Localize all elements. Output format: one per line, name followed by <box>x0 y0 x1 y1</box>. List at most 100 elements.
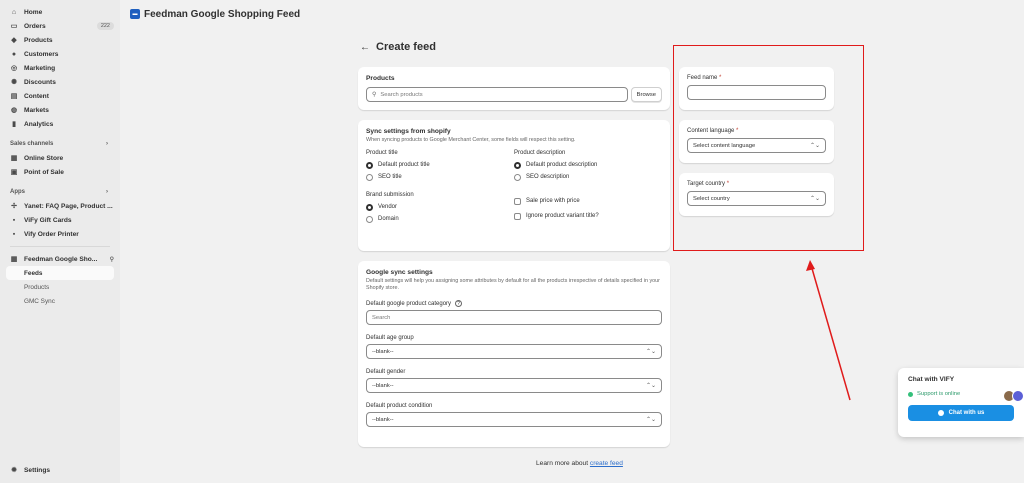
orders-icon: ▭ <box>10 23 18 30</box>
sidebar-item-label: Markets <box>24 106 49 114</box>
checkbox-label: Ignore product variant title? <box>526 213 599 219</box>
category-label: Default google product category <box>366 300 452 307</box>
sidebar-item-current-app[interactable]: ▦ Feedman Google Sho... ⚲ <box>0 252 120 266</box>
sidebar-item-label: Marketing <box>24 64 56 72</box>
chat-widget: Chat with VIFY Support is online Chat wi… <box>898 368 1024 437</box>
chevron-right-icon: › <box>106 141 108 147</box>
sync-card-title: Sync settings from shopify <box>366 128 451 135</box>
sidebar-subitem-feeds[interactable]: Feeds <box>6 266 114 280</box>
products-card: Products ⚲ Search products Browse <box>358 67 670 110</box>
sidebar-item-products[interactable]: ◆ Products <box>0 33 120 47</box>
sync-checkbox-row[interactable]: Ignore product variant title? <box>514 210 662 222</box>
app-icon: ▪ <box>12 216 16 224</box>
online-dot-icon <box>908 391 913 397</box>
annotation-highlight-box <box>673 45 864 251</box>
product-description-option[interactable]: SEO description <box>514 171 662 183</box>
sidebar-item-analytics[interactable]: ▮ Analytics <box>0 117 120 131</box>
sidebar-item-home[interactable]: ⌂ Home <box>0 5 120 19</box>
age-group-select[interactable]: --blank-- ⌃⌄ <box>366 344 662 359</box>
content-icon: ▤ <box>10 93 18 100</box>
product-title-option[interactable]: Default product title <box>366 159 514 171</box>
support-avatars <box>1003 390 1024 402</box>
sidebar-item-label: Analytics <box>24 120 54 128</box>
sync-checkbox-row[interactable]: Sale price with price <box>514 195 662 207</box>
sidebar-item-content[interactable]: ▤ Content <box>0 89 120 103</box>
chat-button-label: Chat with us <box>948 410 985 416</box>
brand-submission-option-label: Domain <box>378 216 399 222</box>
chat-status: Support is online <box>908 391 1014 397</box>
category-label-row: Default google product category ? <box>366 300 662 307</box>
learn-more-prefix: Learn more about <box>536 460 590 467</box>
sidebar-item-label: Content <box>24 92 49 100</box>
sidebar-item-app[interactable]: ✢ Yanet: FAQ Page, Product ... <box>0 199 120 213</box>
avatar <box>1012 390 1024 402</box>
sidebar-item-label: ViFy Gift Cards <box>24 216 72 224</box>
search-icon: ⚲ <box>372 92 377 98</box>
sidebar-subitem-products[interactable]: Products <box>0 280 120 294</box>
category-search-input[interactable]: Search <box>366 310 662 325</box>
radio-icon[interactable] <box>366 173 373 181</box>
chart-icon: ▮ <box>12 121 16 128</box>
sidebar-item-label: Home <box>24 8 43 16</box>
count-badge: 222 <box>96 22 114 30</box>
sidebar-item-app[interactable]: ▪ Vify Order Printer <box>0 227 120 241</box>
tag-icon: ◆ <box>11 37 17 44</box>
store-icon: ▦ <box>10 155 18 162</box>
product-description-option-label: Default product description <box>526 162 598 168</box>
app-title: Feedman Google Shopping Feed <box>144 8 301 20</box>
discount-icon: ✺ <box>11 79 17 86</box>
back-arrow-icon[interactable]: ← <box>360 42 370 53</box>
sales-channels-heading[interactable]: Sales channels › <box>0 137 120 151</box>
target-icon: ◎ <box>10 65 18 72</box>
condition-label: Default product condition <box>366 403 433 409</box>
chat-status-text: Support is online <box>917 391 961 397</box>
select-chevron-icon: ⌃⌄ <box>645 349 656 355</box>
condition-value: --blank-- <box>372 416 394 423</box>
sidebar-item-app[interactable]: ▪ ViFy Gift Cards <box>0 213 120 227</box>
sidebar-item-label: Discounts <box>24 78 56 86</box>
sidebar-item-orders[interactable]: ▭ Orders 222 <box>0 19 120 33</box>
sidebar-item-point-of-sale[interactable]: ▣ Point of Sale <box>0 165 120 179</box>
sidebar-item-customers[interactable]: ● Customers <box>0 47 120 61</box>
sidebar-subitem-gmc-sync[interactable]: GMC Sync <box>0 294 120 308</box>
sidebar-item-label: Point of Sale <box>24 168 64 176</box>
sidebar-item-markets[interactable]: ◍ Markets <box>0 103 120 117</box>
brand-submission-option[interactable]: Vendor <box>366 201 514 213</box>
radio-selected-icon[interactable] <box>514 161 521 169</box>
condition-select[interactable]: --blank-- ⌃⌄ <box>366 412 662 427</box>
sync-card-subtitle: When syncing products to Google Merchant… <box>366 137 576 143</box>
home-icon: ⌂ <box>11 8 17 16</box>
radio-selected-icon[interactable] <box>366 203 373 211</box>
product-search-input[interactable]: ⚲ Search products <box>366 87 628 102</box>
chat-with-us-button[interactable]: Chat with us <box>908 405 1014 421</box>
create-feed-link[interactable]: create feed <box>590 460 623 467</box>
gender-select[interactable]: --blank-- ⌃⌄ <box>366 378 662 393</box>
sync-settings-card: Sync settings from shopify When syncing … <box>358 120 670 251</box>
product-description-label: Product description <box>514 150 566 156</box>
sidebar-item-settings[interactable]: ✹ Settings <box>0 463 120 477</box>
sidebar-item-online-store[interactable]: ▦ Online Store <box>0 151 120 165</box>
radio-icon[interactable] <box>366 215 373 223</box>
product-title-option[interactable]: SEO title <box>366 171 514 183</box>
apps-heading[interactable]: Apps › <box>0 185 120 199</box>
sidebar-item-marketing[interactable]: ◎ Marketing <box>0 61 120 75</box>
browse-button[interactable]: Browse <box>630 87 662 102</box>
products-card-title: Products <box>366 75 395 82</box>
sidebar-item-discounts[interactable]: ✺ Discounts <box>0 75 120 89</box>
product-description-option[interactable]: Default product description <box>514 159 662 171</box>
brand-submission-label: Brand submission <box>366 192 414 198</box>
gear-icon: ✹ <box>11 467 17 474</box>
brand-submission-option-label: Vendor <box>378 204 398 210</box>
learn-more-text: Learn more about create feed <box>536 460 623 467</box>
google-sync-card: Google sync settings Default settings wi… <box>358 261 670 447</box>
sidebar-item-label: Yanet: FAQ Page, Product ... <box>24 202 113 210</box>
checkbox-icon[interactable] <box>514 212 521 220</box>
help-icon[interactable]: ? <box>455 300 463 307</box>
radio-selected-icon[interactable] <box>366 161 373 169</box>
brand-submission-option[interactable]: Domain <box>366 213 514 225</box>
google-card-title: Google sync settings <box>366 269 433 276</box>
radio-icon[interactable] <box>514 173 521 181</box>
checkbox-icon[interactable] <box>514 197 521 205</box>
pin-icon[interactable]: ⚲ <box>110 256 114 263</box>
sidebar-item-label: Customers <box>24 50 59 58</box>
